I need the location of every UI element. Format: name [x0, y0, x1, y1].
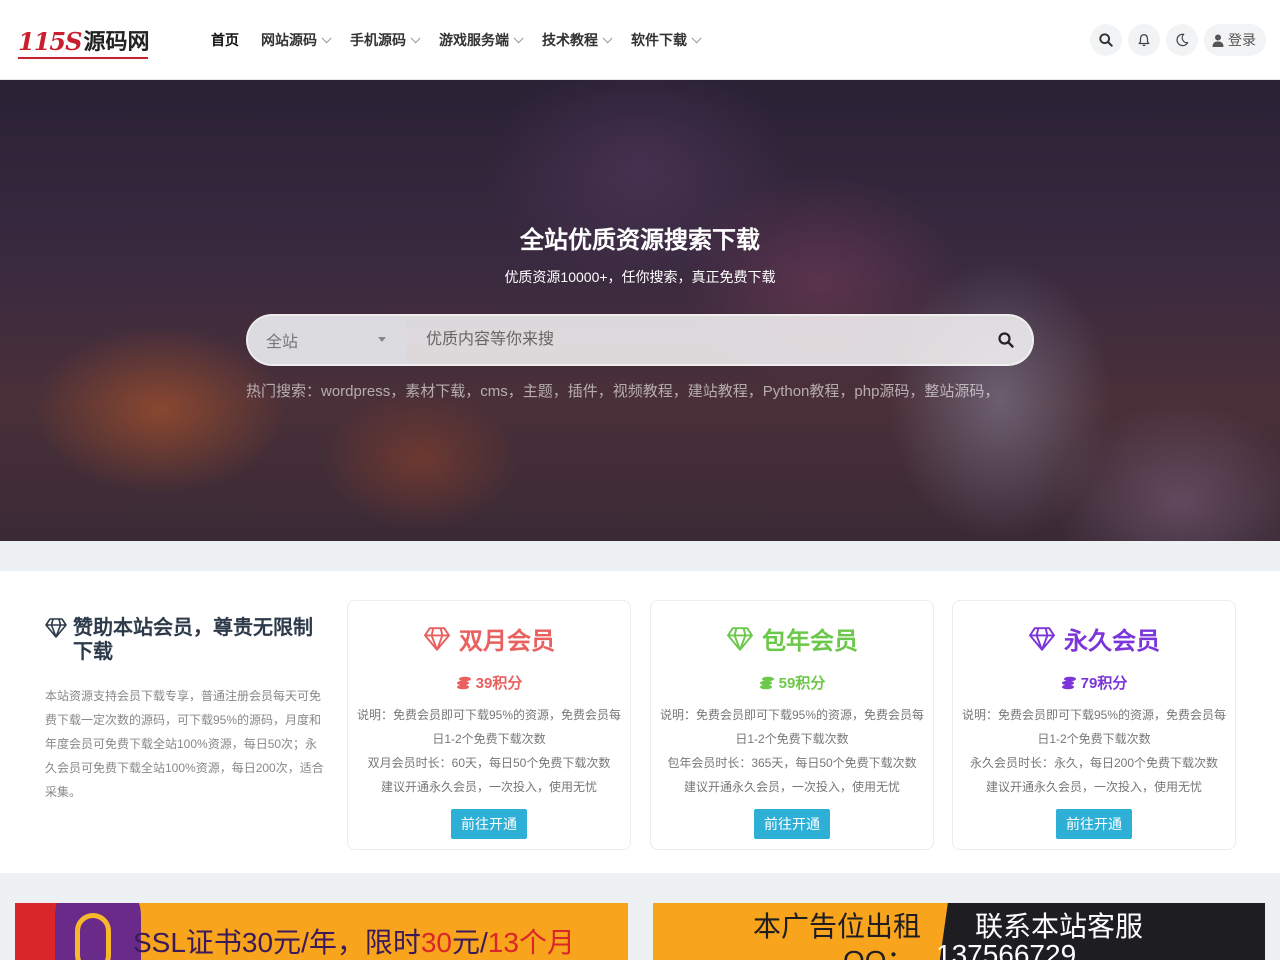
vip-card-title: 永久会员	[953, 621, 1235, 656]
logo-underline	[18, 57, 148, 59]
coins-icon	[1061, 676, 1076, 689]
search-icon	[1099, 33, 1113, 47]
chevron-down-icon	[513, 32, 524, 43]
dark-mode-toggle[interactable]	[1166, 24, 1198, 56]
vip-intro: 赞助本站会员，尊贵无限制下载 本站资源支持会员下载专享，普通注册会员每天可免费下…	[45, 616, 327, 804]
nav-label: 技术教程	[542, 32, 598, 48]
logo-text: 源码网	[83, 29, 150, 55]
nav-item-website-source[interactable]: 网站源码	[261, 30, 332, 50]
vip-card-title: 包年会员	[651, 621, 933, 656]
hero-title: 全站优质资源搜索下载	[520, 227, 760, 254]
main-nav: 首页 网站源码 手机源码 游戏服务端 技术教程 软件下载	[211, 0, 720, 80]
nav-label: 软件下载	[631, 32, 687, 48]
diamond-icon	[1029, 626, 1055, 651]
vip-intro-title: 赞助本站会员，尊贵无限制下载	[45, 616, 327, 664]
hero-subtitle: 优质资源10000+，任你搜索，真正免费下载	[504, 269, 776, 285]
nav-item-software[interactable]: 软件下载	[631, 30, 702, 50]
ad-text-highlight: 30	[420, 927, 453, 958]
ad-decoration	[75, 913, 111, 960]
login-label: 登录	[1228, 32, 1256, 48]
coins-icon	[759, 676, 774, 689]
vip-card-price-text: 39积分	[475, 675, 523, 692]
ad-qq-number: 137566729	[936, 939, 1077, 960]
vip-card-duration: 包年会员时长：365天，每日50个免费下载次数	[667, 756, 917, 770]
hero-banner: 全站优质资源搜索下载 优质资源10000+，任你搜索，真正免费下载 全站 热门搜…	[0, 80, 1280, 541]
caret-down-icon	[378, 337, 386, 342]
nav-item-tutorials[interactable]: 技术教程	[542, 30, 613, 50]
bell-icon	[1138, 34, 1150, 47]
hero-search-form: 全站	[246, 314, 1034, 366]
diamond-icon	[45, 618, 67, 638]
vip-card-open-button[interactable]: 前往开通	[754, 809, 830, 839]
coins-icon	[456, 676, 471, 689]
nav-item-mobile-source[interactable]: 手机源码	[350, 30, 421, 50]
hero-search-submit[interactable]	[980, 316, 1032, 364]
vip-card-description: 说明：免费会员即可下载95%的资源，免费会员每日1-2个免费下载次数 包年会员时…	[651, 703, 933, 799]
login-button[interactable]: 登录	[1204, 24, 1266, 56]
chevron-down-icon	[410, 32, 421, 43]
ad-qq-label: QQ：	[843, 939, 915, 960]
vip-card-note: 说明：免费会员即可下载95%的资源，免费会员每日1-2个免费下载次数	[961, 708, 1227, 746]
vip-card-duration: 永久会员时长：永久，每日200个免费下载次数	[969, 756, 1219, 770]
vip-card-description: 说明：免费会员即可下载95%的资源，免费会员每日1-2个免费下载次数 双月会员时…	[348, 703, 630, 799]
vip-card-price: 39积分	[348, 672, 630, 693]
ad-text-part: SSL证书30元/年，限时	[133, 927, 421, 958]
user-icon	[1212, 34, 1224, 47]
vip-card-advice: 建议开通永久会员，一次投入，使用无忧	[985, 780, 1202, 794]
vip-card-advice: 建议开通永久会员，一次投入，使用无忧	[683, 780, 900, 794]
header-actions: 登录	[1084, 24, 1266, 56]
vip-section: 赞助本站会员，尊贵无限制下载 本站资源支持会员下载专享，普通注册会员每天可免费下…	[0, 571, 1280, 873]
nav-item-game-server[interactable]: 游戏服务端	[439, 30, 524, 50]
chevron-down-icon	[602, 32, 613, 43]
ssl-ad-banner[interactable]: SSL证书30元/年，限时30元/13个月	[15, 903, 628, 960]
vip-card-yearly: 包年会员 59积分 说明：免费会员即可下载95%的资源，免费会员每日1-2个免费…	[650, 600, 934, 850]
hot-search-links[interactable]: 热门搜索：wordpress，素材下载，cms，主题，插件，视频教程，建站教程，…	[246, 380, 999, 401]
search-category-select[interactable]: 全站	[248, 316, 406, 364]
ad-text-highlight: 13个月	[487, 927, 575, 958]
vip-card-price: 59积分	[651, 672, 933, 693]
vip-card-note: 说明：免费会员即可下载95%的资源，免费会员每日1-2个免费下载次数	[356, 708, 622, 746]
vip-intro-title-text: 赞助本站会员，尊贵无限制下载	[73, 617, 313, 663]
vip-card-bimonthly: 双月会员 39积分 说明：免费会员即可下载95%的资源，免费会员每日1-2个免费…	[347, 600, 631, 850]
search-category-value: 全站	[266, 334, 299, 351]
logo-number: 115S	[18, 27, 82, 56]
moon-icon	[1176, 33, 1189, 47]
vip-card-title: 双月会员	[348, 621, 630, 656]
vip-card-price: 79积分	[953, 672, 1235, 693]
search-icon	[998, 332, 1014, 348]
ssl-ad-text: SSL证书30元/年，限时30元/13个月	[133, 921, 575, 960]
header-search-button[interactable]	[1090, 24, 1122, 56]
hero-search-input[interactable]	[406, 316, 980, 364]
chevron-down-icon	[691, 32, 702, 43]
vip-card-open-button[interactable]: 前往开通	[1056, 809, 1132, 839]
vip-card-note: 说明：免费会员即可下载95%的资源，免费会员每日1-2个免费下载次数	[659, 708, 925, 746]
vip-card-description: 说明：免费会员即可下载95%的资源，免费会员每日1-2个免费下载次数 永久会员时…	[953, 703, 1235, 799]
site-logo[interactable]: 115S 源码网	[18, 24, 150, 59]
notifications-button[interactable]	[1128, 24, 1160, 56]
ad-space-banner[interactable]: 本广告位出租 联系本站客服 QQ： 137566729	[653, 903, 1265, 960]
vip-intro-description: 本站资源支持会员下载专享，普通注册会员每天可免费下载一定次数的源码，可下载95%…	[45, 689, 324, 799]
diamond-icon	[727, 626, 753, 651]
nav-label: 首页	[211, 32, 239, 48]
vip-card-title-text: 永久会员	[1064, 628, 1160, 655]
site-header: 115S 源码网 首页 网站源码 手机源码 游戏服务端 技术教程 软件下载 登录	[0, 0, 1280, 80]
vip-card-advice: 建议开通永久会员，一次投入，使用无忧	[380, 780, 597, 794]
vip-card-price-text: 59积分	[778, 675, 826, 692]
nav-label: 手机源码	[350, 32, 406, 48]
vip-card-title-text: 包年会员	[762, 628, 858, 655]
nav-label: 网站源码	[261, 32, 317, 48]
vip-card-title-text: 双月会员	[459, 628, 555, 655]
nav-label: 游戏服务端	[439, 32, 509, 48]
vip-card-open-button[interactable]: 前往开通	[451, 809, 527, 839]
diamond-icon	[424, 626, 450, 651]
vip-card-price-text: 79积分	[1080, 675, 1128, 692]
chevron-down-icon	[321, 32, 332, 43]
nav-item-home[interactable]: 首页	[211, 30, 239, 50]
ad-text-part: 元/	[452, 927, 488, 958]
vip-card-duration: 双月会员时长：60天，每日50个免费下载次数	[367, 756, 611, 770]
vip-card-lifetime: 永久会员 79积分 说明：免费会员即可下载95%的资源，免费会员每日1-2个免费…	[952, 600, 1236, 850]
